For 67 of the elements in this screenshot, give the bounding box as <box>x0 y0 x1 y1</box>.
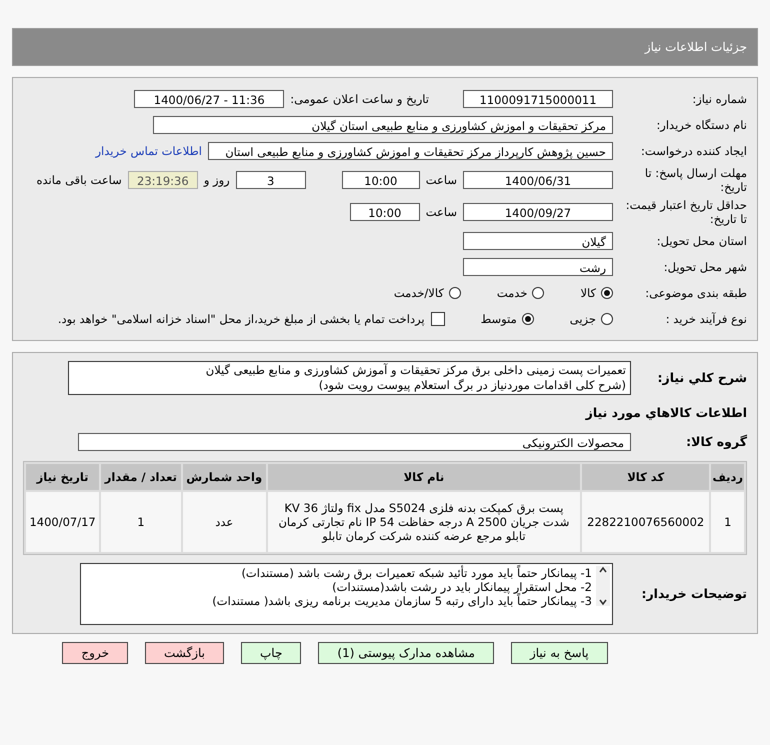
field-label: نوع فرآیند خرید : <box>664 312 747 326</box>
action-button[interactable]: چاپ <box>241 642 302 664</box>
field-label: استان محل تحویل: <box>656 234 747 248</box>
days-field[interactable]: 3 <box>236 171 306 189</box>
buyer-notes-field[interactable]: 1- پیمانکار حتماً باید مورد تأئید شبکه تعمیرات برق رشت باشد (مستندات) 2- محل استقرار پیمانکار باید در رشت باشد(مستندات) 3- پیمانکار حتماً باید دارای رتبه 5 سازمان مدیریت برنامه ریزی باشد( مستندات) <box>80 563 613 625</box>
table-cell: 1 <box>711 492 744 552</box>
checkbox[interactable] <box>430 312 445 326</box>
time-field[interactable]: 10:00 <box>350 203 420 221</box>
table-cell: عدد <box>182 492 266 552</box>
field-label: گروه کالا: <box>685 435 747 449</box>
radio-label: جزیی <box>570 312 596 326</box>
radio-button[interactable] <box>532 287 544 299</box>
action-button[interactable]: بازگشت <box>145 642 224 664</box>
field-label: طبقه بندی موضوعی: <box>644 286 747 300</box>
action-button[interactable]: مشاهده مدارک پیوستی (1) <box>318 642 494 664</box>
scroll-up-icon[interactable] <box>598 566 608 574</box>
time-label: ساعت <box>426 205 457 219</box>
column-header: واحد شمارش <box>182 464 266 490</box>
field-label: شرح کلي نياز: <box>656 371 747 385</box>
column-header: تعداد / مقدار <box>101 464 181 490</box>
field-label: تاریخ و ساعت اعلان عمومی: <box>290 92 429 106</box>
field-label: شماره نیاز: <box>691 92 747 106</box>
column-header: کد کالا <box>582 464 710 490</box>
scrollbar[interactable] <box>596 566 610 606</box>
radio-label: متوسط <box>480 312 517 326</box>
remaining-time-field: 23:19:36 <box>128 171 198 189</box>
province-field[interactable]: گیلان <box>463 232 613 250</box>
section-heading: اطلاعات كالاهاي مورد نياز <box>586 404 747 420</box>
radio-button[interactable] <box>522 313 534 325</box>
radio-button[interactable] <box>601 313 613 325</box>
table-cell: پست برق کمپکت بدنه فلزی S5024 مدل fix ولتاژ 36 KV شدت جریان 2500 A درجه حفاظت IP 54 نام تجارتی کرمان تابلو مرجع عرضه کننده شرکت کرمان تابلو <box>268 492 580 552</box>
checkbox-label: پرداخت تمام یا بخشی از مبلغ خرید،از محل "اسناد خزانه اسلامی" خواهد بود. <box>58 312 425 326</box>
radio-label: خدمت <box>496 286 528 300</box>
field-label: نام دستگاه خریدار: <box>655 118 747 132</box>
field-label: شهر محل تحویل: <box>662 260 747 274</box>
field-label: حداقل تاریخ اعتبار قیمت: تا تاریخ: <box>624 198 747 226</box>
buyer-contact-link[interactable]: اطلاعات تماس خریدار <box>95 144 202 158</box>
radio-label: کالا <box>580 286 596 300</box>
field-label: ایجاد کننده درخواست: <box>640 144 747 158</box>
radio-label: کالا/خدمت <box>394 286 444 300</box>
field-label: توضیحات خریدار: <box>640 587 747 601</box>
column-header: نام کالا <box>268 464 580 490</box>
time-field[interactable]: 10:00 <box>342 171 420 189</box>
remaining-label: ساعت باقی مانده <box>36 173 122 187</box>
column-header: ردیف <box>711 464 744 490</box>
requester-field[interactable]: حسین پژوهش کارپرداز مرکز تحقیقات و اموزش کشاورزی و منابع طبیعی استان <box>208 142 613 160</box>
days-label: روز و <box>204 173 230 187</box>
column-header: تاریخ نیاز <box>26 464 100 490</box>
radio-button[interactable] <box>601 287 613 299</box>
date-field[interactable]: 1400/06/31 <box>463 171 613 189</box>
action-button[interactable]: خروج <box>62 642 128 664</box>
announce-date-field[interactable]: 1400/06/27 - 11:36 <box>134 90 284 108</box>
page-title: جزئیات اطلاعات نیاز <box>644 40 747 54</box>
radio-button[interactable] <box>448 287 461 299</box>
goods-group-field[interactable]: محصولات الکترونیکی <box>78 433 631 451</box>
table-cell: 1400/07/17 <box>26 492 100 552</box>
time-label: ساعت <box>426 173 457 187</box>
buyer-field[interactable]: مرکز تحقیقات و اموزش کشاورزی و منابع طبیعی استان گیلان <box>153 116 613 134</box>
city-field[interactable]: رشت <box>463 258 613 276</box>
field-label: مهلت ارسال پاسخ: تا تاریخ: <box>644 166 747 194</box>
table-cell: 1 <box>101 492 181 552</box>
action-button[interactable]: پاسخ به نیاز <box>510 642 608 664</box>
scroll-down-icon[interactable] <box>598 598 608 606</box>
date-field[interactable]: 1400/09/27 <box>463 203 613 221</box>
table-cell: 2282210076560002 <box>582 492 710 552</box>
description-field[interactable]: تعمیرات پست زمینی داخلی برق مرکز تحقیقات و آموزش کشاورزی و منابع طبیعی گیلان (شرح کلی اقدامات موردنیاز در برگ استعلام پیوست رویت شود) <box>68 361 631 395</box>
need-number-field[interactable]: 1100091715000011 <box>463 90 613 108</box>
